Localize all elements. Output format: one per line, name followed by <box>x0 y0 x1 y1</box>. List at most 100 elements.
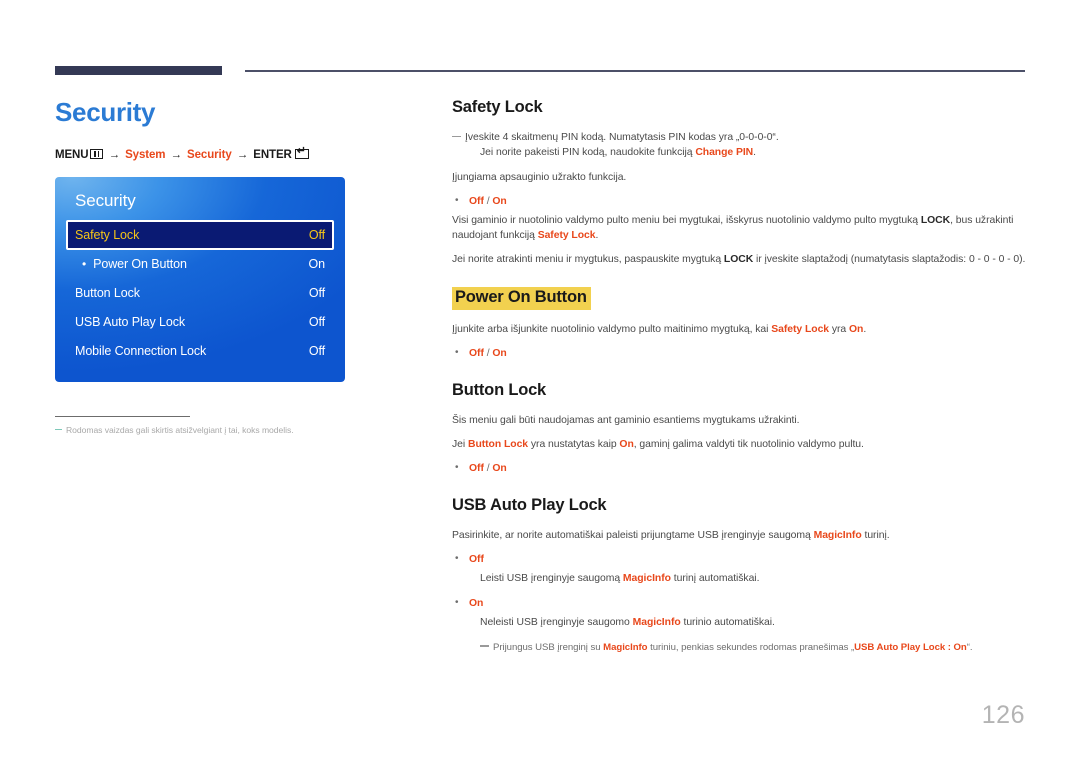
osd-row-value: Off <box>308 286 325 301</box>
page-number: 126 <box>981 701 1025 729</box>
section-heading-button-lock: Button Lock <box>452 381 547 400</box>
breadcrumb-step-system: System <box>125 148 166 161</box>
para2-c: . <box>595 230 599 242</box>
page-header-rules <box>0 0 1080 90</box>
para2-a: Visi gaminio ir nuotolinio valdymo pulto… <box>452 215 921 227</box>
button-lock-ref: Button Lock <box>467 439 529 451</box>
osd-row-value: Off <box>308 315 325 330</box>
usb-off-desc-a: Leisti USB įrenginyje saugomą <box>480 573 623 585</box>
option-off: Off <box>469 463 484 475</box>
note-dash-icon <box>480 645 489 647</box>
page-title: Security <box>55 97 156 127</box>
safety-lock-ref: Safety Lock <box>771 324 830 336</box>
left-footnote-block: Rodomas vaizdas gali skirtis atsižvelgia… <box>55 415 313 436</box>
header-thick-rule <box>55 66 222 75</box>
magicinfo-ref: MagicInfo <box>632 617 681 629</box>
osd-row-label: Safety Lock <box>75 227 140 242</box>
section-safety-lock: Safety Lock Įveskite 4 skaitmenų PIN kod… <box>452 98 1030 267</box>
power-on-button-para: Įjunkite arba išjunkite nuotolinio valdy… <box>452 322 1030 337</box>
lock-button-bold: LOCK <box>920 215 951 227</box>
bl-para-a: Jei <box>452 439 468 451</box>
left-footnote-text: Rodomas vaizdas gali skirtis atsižvelgia… <box>66 424 294 435</box>
section-usb-auto-play-lock: USB Auto Play Lock Pasirinkite, ar norit… <box>452 496 1030 654</box>
option-on: On <box>492 196 507 208</box>
osd-row-mobile-connection-lock[interactable]: Mobile Connection Lock Off <box>66 337 334 366</box>
usb-para-b: turinį. <box>861 530 890 542</box>
bl-para-b: yra nustatytas kaip <box>528 439 620 451</box>
option-off: Off <box>469 196 484 208</box>
para3-a: Jei norite atrakinti meniu ir mygtukus, … <box>452 254 724 266</box>
safety-lock-ref: Safety Lock <box>537 230 596 242</box>
usb-on-desc-a: Neleisti USB įrenginyje saugomo <box>480 617 633 629</box>
section-heading-safety-lock: Safety Lock <box>452 98 543 116</box>
osd-row-label: Button Lock <box>75 286 140 301</box>
usb-tip-a: Prijungus USB įrenginį su <box>493 641 604 653</box>
enter-key-icon <box>294 146 309 159</box>
osd-row-label: Power On Button <box>82 257 187 271</box>
usb-auto-play-lock-on-ref: USB Auto Play Lock : On <box>854 641 967 653</box>
button-lock-para-2: Jei Button Lock yra nustatytas kaip On, … <box>452 437 1030 452</box>
pob-para-b: yra <box>829 324 849 336</box>
pob-para-c: . <box>863 324 867 336</box>
menu-grid-icon <box>90 148 104 159</box>
on-ref: On <box>849 324 864 336</box>
osd-row-label: Mobile Connection Lock <box>75 344 207 359</box>
option-off: Off <box>469 348 484 360</box>
button-lock-options: Off / On <box>452 461 1030 476</box>
usb-tip-b: turiniu, penkias sekundes rodomas praneš… <box>647 641 855 653</box>
pob-para-a: Įjunkite arba išjunkite nuotolinio valdy… <box>452 324 772 336</box>
magicinfo-ref: MagicInfo <box>622 573 671 585</box>
usb-tip-c: “. <box>966 641 973 653</box>
breadcrumb-step-security: Security <box>187 148 232 161</box>
header-thin-rule <box>245 70 1025 72</box>
change-pin-link: Change PIN <box>695 146 754 158</box>
osd-row-value: Off <box>308 227 325 242</box>
bl-para-c: , gaminį galima valdyti tik nuotolinio v… <box>633 439 864 451</box>
osd-row-safety-lock[interactable]: Safety Lock Off <box>66 219 334 250</box>
usb-on-desc-b: turinio automatiškai. <box>680 617 775 629</box>
osd-row-value: On <box>308 257 326 272</box>
osd-menu-panel: Security Safety Lock Off Power On Button… <box>55 176 345 382</box>
section-power-on-button: Power On Button Įjunkite arba išjunkite … <box>452 287 1030 361</box>
breadcrumb-enter-label: ENTER <box>253 148 292 161</box>
usb-option-off-desc: Leisti USB įrenginyje saugomą MagicInfo … <box>452 571 1030 586</box>
button-lock-para-1: Šis meniu gali būti naudojamas ant gamin… <box>452 415 800 427</box>
usb-tip-note: Prijungus USB įrenginį su MagicInfo turi… <box>452 641 1030 655</box>
breadcrumb-arrow-1: → <box>108 148 121 161</box>
section-heading-power-on-button: Power On Button <box>452 287 591 311</box>
osd-panel-title: Security <box>75 190 136 210</box>
usb-off-desc-b: turinį automatiškai. <box>670 573 760 585</box>
para3-b: ir įveskite slaptažodį (numatytasis slap… <box>753 254 1026 266</box>
breadcrumb-arrow-3: → <box>236 148 249 161</box>
pin-note-line2-pre: Jei norite pakeisti PIN kodą, naudokite … <box>480 146 696 158</box>
power-on-button-options: Off / On <box>452 346 1030 361</box>
safety-lock-para-1: Įjungiama apsauginio užrakto funkcija. <box>452 171 627 183</box>
on-ref: On <box>619 439 634 451</box>
safety-lock-pin-note-line1: Įveskite 4 skaitmenų PIN kodą. Numatytas… <box>465 131 779 143</box>
osd-row-value: Off <box>308 344 325 359</box>
breadcrumb-menu-label: MENU <box>55 148 89 161</box>
left-footnote: Rodomas vaizdas gali skirtis atsižvelgia… <box>55 424 313 436</box>
osd-row-power-on-button[interactable]: Power On Button On <box>66 250 334 279</box>
safety-lock-para-2: Visi gaminio ir nuotolinio valdymo pulto… <box>452 213 1030 243</box>
option-on: On <box>492 463 507 475</box>
safety-lock-pin-note: Įveskite 4 skaitmenų PIN kodą. Numatytas… <box>452 130 1030 160</box>
footnote-divider <box>55 415 190 417</box>
breadcrumb: MENU → System → Security → ENTER <box>55 146 415 161</box>
osd-row-usb-auto-play-lock[interactable]: USB Auto Play Lock Off <box>66 308 334 337</box>
section-button-lock: Button Lock Šis meniu gali būti naudojam… <box>452 381 1030 476</box>
safety-lock-para-3: Jei norite atrakinti meniu ir mygtukus, … <box>452 252 1030 267</box>
usb-option-on-desc: Neleisti USB įrenginyje saugomo MagicInf… <box>452 615 1030 630</box>
magicinfo-ref: MagicInfo <box>603 641 648 653</box>
usb-option-on: On <box>452 596 1030 611</box>
note-dash-icon <box>452 135 461 137</box>
usb-para-1: Pasirinkite, ar norite automatiškai pale… <box>452 528 1030 543</box>
breadcrumb-arrow-2: → <box>170 148 183 161</box>
option-on: On <box>492 348 507 360</box>
right-column: Safety Lock Įveskite 4 skaitmenų PIN kod… <box>452 98 1030 674</box>
osd-row-label: USB Auto Play Lock <box>75 315 186 330</box>
pin-note-line2-post: . <box>753 146 756 158</box>
note-dash-icon <box>55 428 62 430</box>
osd-row-button-lock[interactable]: Button Lock Off <box>66 279 334 308</box>
magicinfo-ref: MagicInfo <box>813 530 862 542</box>
